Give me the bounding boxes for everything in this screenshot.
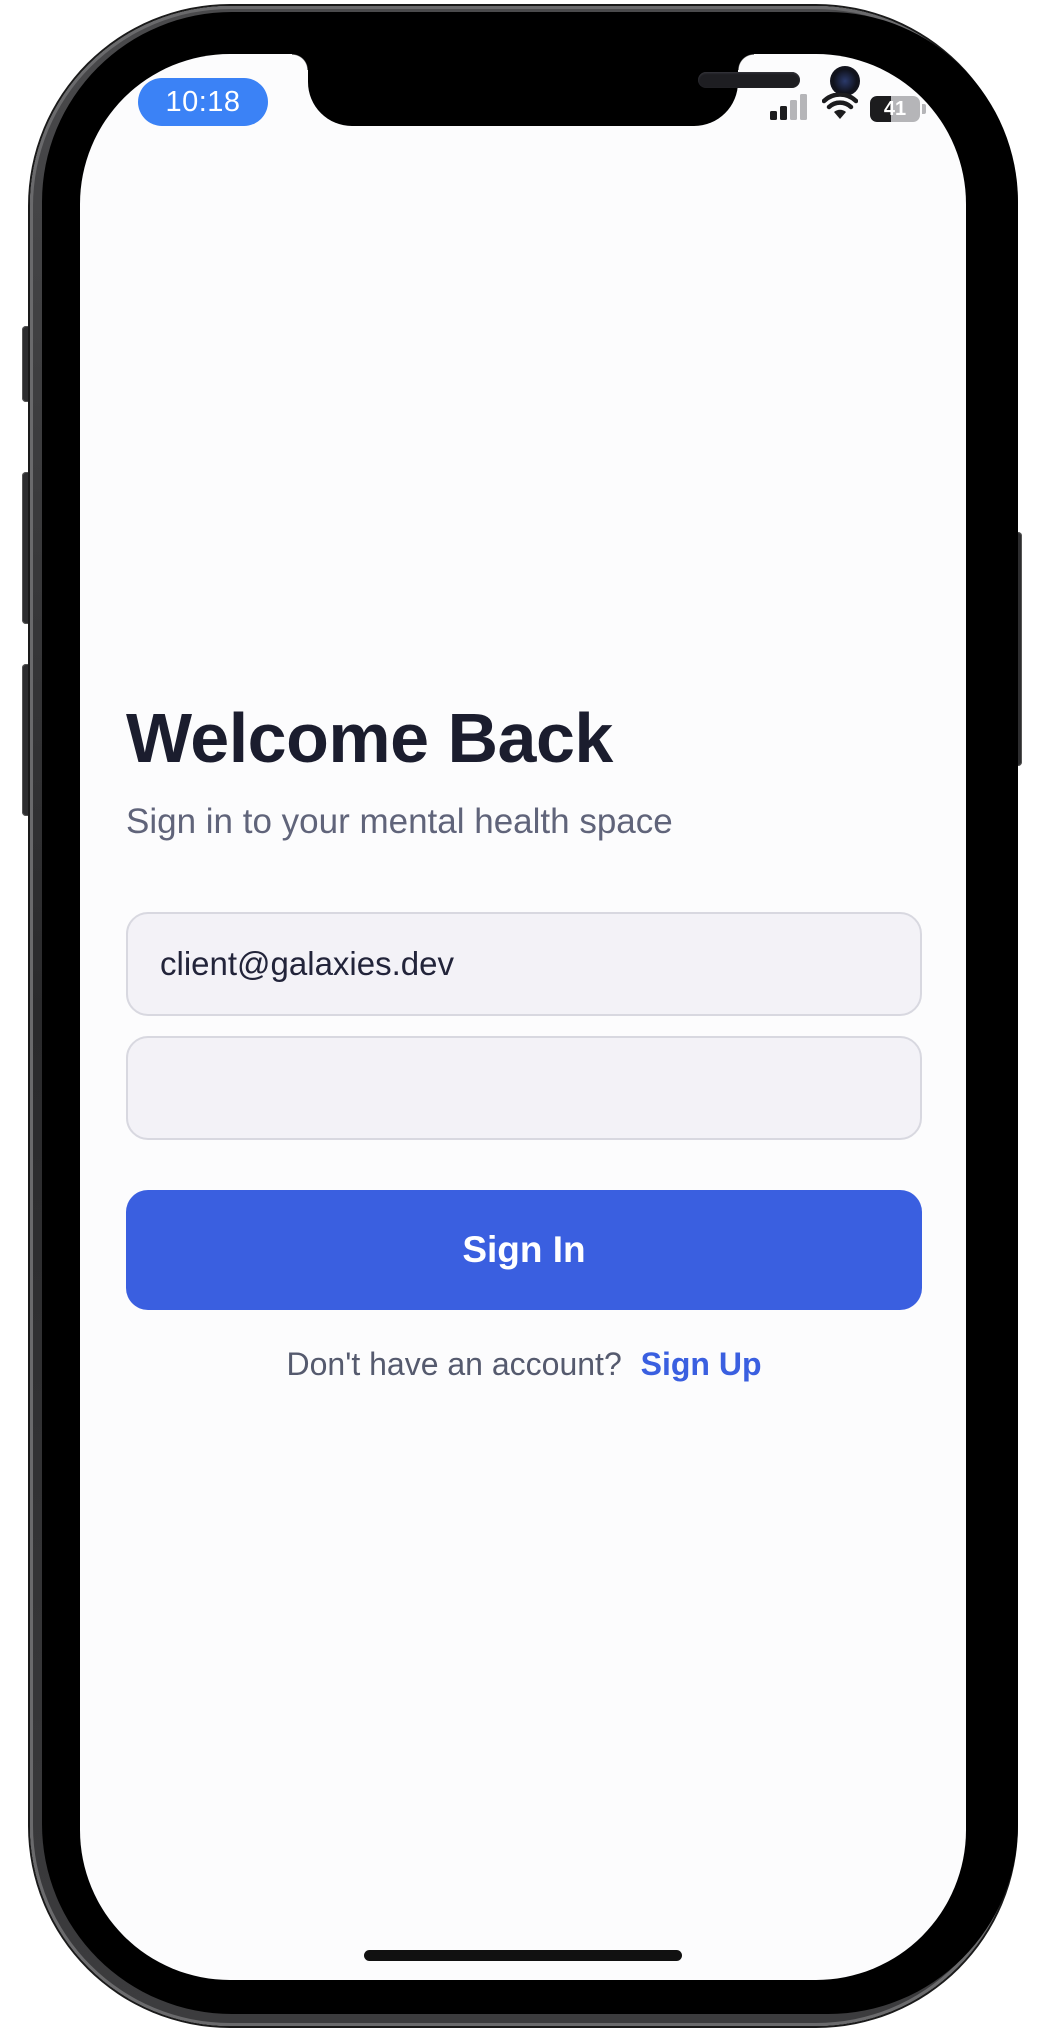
page-title: Welcome Back: [126, 699, 613, 777]
password-field[interactable]: [126, 1036, 922, 1140]
page-subtitle: Sign in to your mental health space: [126, 802, 673, 841]
notch-corner: [738, 54, 754, 70]
cellular-signal-icon: [770, 93, 810, 125]
sign-up-row: Don't have an account? Sign Up: [126, 1346, 922, 1383]
sign-up-link[interactable]: Sign Up: [641, 1346, 762, 1382]
notch-corner: [292, 54, 308, 70]
app-screenshot: 10:18 41 Welcome Back Sign in to your me…: [0, 0, 1042, 2030]
status-time: 10:18: [138, 78, 268, 126]
device-screen: 10:18 41 Welcome Back Sign in to your me…: [80, 54, 966, 1980]
notch: [308, 54, 860, 126]
battery-level: 41: [883, 97, 907, 120]
email-field[interactable]: [126, 912, 922, 1016]
battery-cap: [922, 104, 926, 114]
sign-in-button[interactable]: Sign In: [126, 1190, 922, 1310]
battery-icon: 41: [870, 96, 920, 122]
earpiece-speaker: [698, 72, 800, 88]
home-indicator[interactable]: [364, 1950, 682, 1961]
front-camera: [830, 66, 860, 96]
wifi-icon: [821, 91, 859, 126]
sign-up-prompt: Don't have an account?: [286, 1346, 622, 1382]
status-indicators: 41: [770, 91, 926, 126]
